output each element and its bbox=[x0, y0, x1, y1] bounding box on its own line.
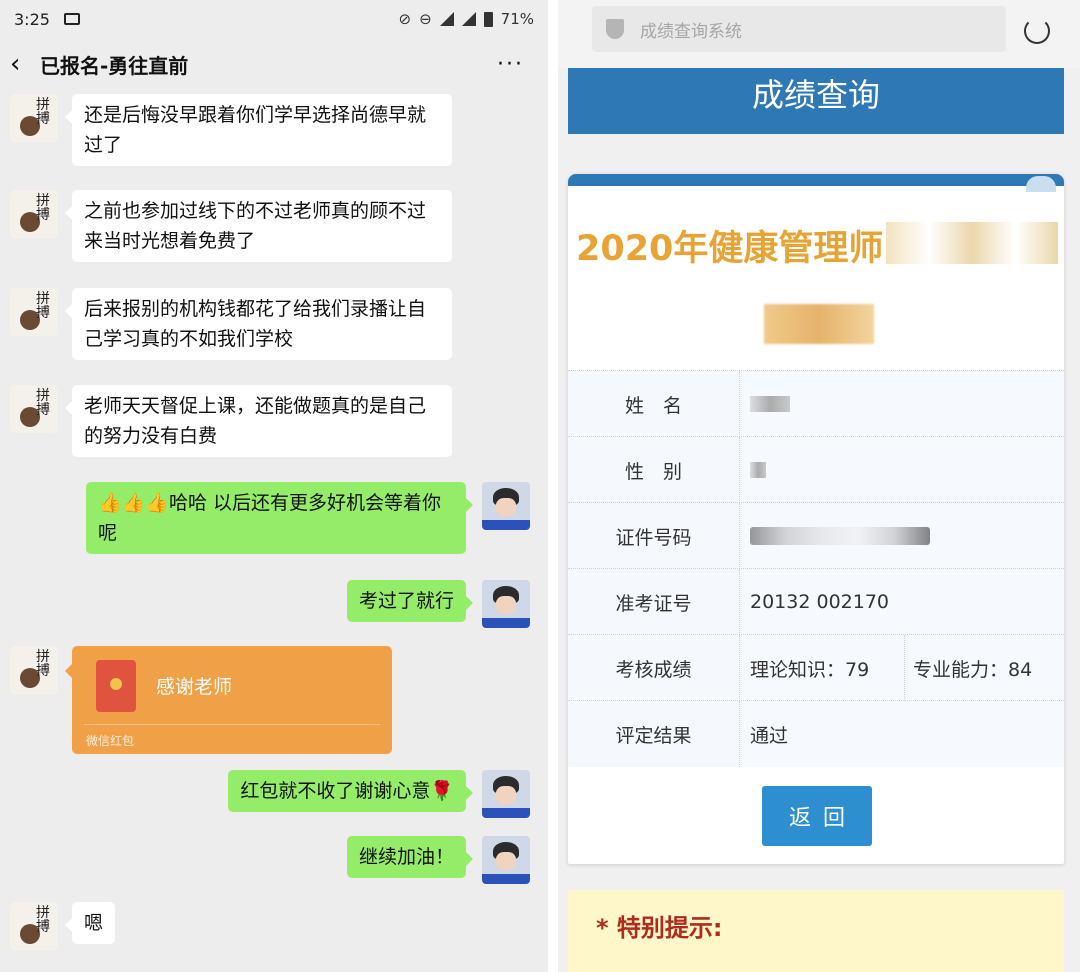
status-time: 3:25 bbox=[14, 9, 50, 29]
red-packet-title: 感谢老师 bbox=[156, 676, 233, 698]
message-bubble[interactable]: 👍👍👍哈哈 以后还有更多好机会等着你呢 bbox=[86, 482, 473, 554]
notice-title: * 特别提示: bbox=[596, 914, 723, 942]
special-notice: * 特别提示: bbox=[568, 890, 1064, 972]
page-title: 成绩查询 bbox=[751, 76, 880, 114]
message-bubble[interactable]: 嗯 bbox=[64, 902, 116, 944]
wifi-icon bbox=[439, 12, 454, 26]
page-banner: 成绩查询 bbox=[568, 68, 1064, 134]
table-row: 姓 名 bbox=[568, 370, 1064, 437]
message-bubble[interactable]: 继续加油！ bbox=[346, 836, 474, 878]
teacher-avatar[interactable]: 拼搏 bbox=[10, 190, 58, 238]
student-avatar[interactable] bbox=[482, 770, 530, 818]
row-value: 20132 002170 bbox=[740, 569, 1064, 635]
redacted-area bbox=[764, 304, 874, 344]
teacher-avatar[interactable]: 拼搏 bbox=[10, 94, 58, 142]
battery-icon bbox=[483, 11, 493, 27]
table-row: 证件号码 bbox=[568, 502, 1064, 569]
red-packet[interactable]: 感谢老师 微信红包 bbox=[65, 646, 392, 754]
mute-icon: ⊘ bbox=[398, 10, 412, 28]
table-row: 准考证号 20132 002170 bbox=[568, 568, 1064, 635]
row-value: 通过 bbox=[740, 701, 1064, 767]
row-label: 性 别 bbox=[568, 437, 740, 503]
chat-header: ‹ 已报名-勇往直前 ··· bbox=[0, 40, 548, 88]
student-avatar[interactable] bbox=[482, 580, 530, 628]
teacher-avatar[interactable]: 拼搏 bbox=[10, 902, 58, 950]
teacher-avatar[interactable]: 拼搏 bbox=[10, 646, 58, 694]
score-card: 2020年健康管理师 姓 名 性 别 证件号码 准考证号 20132 00217… bbox=[568, 174, 1064, 864]
table-row: 考核成绩 理论知识：79 专业能力：84 bbox=[568, 634, 1064, 701]
row-value-2: 专业能力：84 bbox=[904, 635, 1064, 701]
exam-title: 2020年健康管理师 bbox=[576, 229, 884, 269]
reload-icon[interactable] bbox=[1024, 18, 1050, 44]
message-bubble[interactable]: 还是后悔没早跟着你们学早选择尚德早就过了 bbox=[65, 94, 452, 166]
red-packet-icon bbox=[96, 660, 136, 712]
signal-icon bbox=[461, 12, 476, 26]
message-bubble[interactable]: 之前也参加过线下的不过老师真的顾不过来当时光想着免费了 bbox=[65, 190, 452, 262]
image-icon bbox=[63, 13, 80, 25]
row-label: 准考证号 bbox=[568, 569, 740, 635]
message-bubble[interactable]: 考过了就行 bbox=[346, 580, 474, 622]
chat-title: 已报名-勇往直前 bbox=[40, 53, 189, 78]
row-label: 考核成绩 bbox=[568, 635, 740, 701]
message-bubble[interactable]: 后来报别的机构钱都花了给我们录播让自己学习真的不如我们学校 bbox=[65, 288, 452, 360]
dnd-icon: ⊖ bbox=[419, 10, 432, 28]
row-label: 评定结果 bbox=[568, 701, 740, 767]
shield-icon bbox=[606, 19, 624, 39]
message-bubble[interactable]: 老师天天督促上课，还能做题真的是自己的努力没有白费 bbox=[65, 385, 452, 457]
teacher-avatar[interactable]: 拼搏 bbox=[10, 288, 58, 336]
more-icon[interactable]: ··· bbox=[497, 52, 524, 77]
browser-bar: 成绩查询系统 bbox=[558, 0, 1080, 68]
table-row: 评定结果 通过 bbox=[568, 700, 1064, 767]
row-label: 姓 名 bbox=[568, 371, 740, 437]
row-label: 证件号码 bbox=[568, 503, 740, 569]
score-query-screen: 成绩查询系统 成绩查询 2020年健康管理师 姓 名 性 别 证件号码 准考证号… bbox=[558, 0, 1080, 972]
url-bar[interactable]: 成绩查询系统 bbox=[592, 6, 1006, 52]
row-value bbox=[740, 503, 1064, 569]
back-icon[interactable]: ‹ bbox=[10, 49, 40, 79]
back-button[interactable]: 返回 bbox=[762, 786, 872, 846]
battery-level: 71% bbox=[500, 10, 534, 28]
red-packet-footer: 微信红包 bbox=[86, 734, 135, 748]
message-bubble[interactable]: 红包就不收了谢谢心意🌹 bbox=[228, 770, 473, 812]
row-value: 理论知识：79 bbox=[740, 635, 904, 701]
url-text: 成绩查询系统 bbox=[640, 21, 742, 42]
student-avatar[interactable] bbox=[482, 836, 530, 884]
chat-screen: 3:25 ⊘ ⊖ 71% ‹ 已报名-勇往直前 ··· 拼搏 还是后悔没早跟着你… bbox=[0, 0, 548, 972]
card-tab bbox=[1026, 176, 1056, 192]
row-value bbox=[740, 437, 1064, 503]
redacted-area bbox=[886, 222, 1058, 264]
row-value bbox=[740, 371, 1064, 437]
divider bbox=[548, 0, 558, 972]
teacher-avatar[interactable]: 拼搏 bbox=[10, 385, 58, 433]
table-row: 性 别 bbox=[568, 436, 1064, 503]
status-bar: 3:25 ⊘ ⊖ 71% bbox=[0, 0, 548, 38]
student-avatar[interactable] bbox=[482, 482, 530, 530]
